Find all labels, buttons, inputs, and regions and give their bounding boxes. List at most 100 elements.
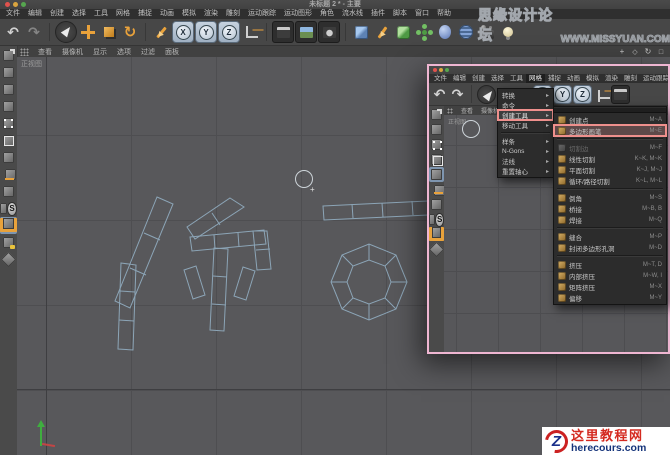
menu-row[interactable]: 平面切割 K~J, M~J ▸ [554, 164, 666, 175]
menu-row[interactable]: 法线 ▸ [498, 156, 553, 167]
menu-item[interactable]: 创建 [469, 74, 488, 83]
magnet-snap-icon[interactable] [0, 217, 17, 234]
menu-row[interactable]: 线性切割 K~K, M~K ▸ [554, 153, 666, 164]
menu-row[interactable]: 样条 ▸ [498, 136, 553, 147]
menu-row[interactable]: 缝合 M~P ▸ [554, 231, 666, 242]
lock-z-icon[interactable]: Z [573, 84, 592, 104]
menu-row[interactable]: 创建工具 ▸ [497, 109, 554, 121]
menu-item[interactable]: 创建 [46, 9, 68, 19]
lock-x-icon[interactable]: X [172, 21, 194, 43]
menu-item[interactable]: 文件 [431, 74, 450, 83]
menu-item[interactable]: 动画 [564, 74, 583, 83]
make-editable-icon[interactable] [429, 107, 444, 122]
make-editable-icon[interactable] [0, 47, 17, 64]
toggle-view-icon[interactable] [656, 47, 666, 56]
menu-item[interactable]: 窗口 [411, 9, 433, 19]
menu-item[interactable]: 模拟 [178, 9, 200, 19]
viewport-snap-icon[interactable] [0, 183, 17, 200]
minimize-window-icon[interactable] [439, 68, 443, 72]
render-settings-icon[interactable] [318, 21, 340, 43]
move-icon[interactable] [78, 22, 98, 42]
coordinate-system-icon[interactable] [593, 86, 610, 103]
polygons-mode-icon[interactable] [0, 149, 17, 166]
menu-item[interactable]: 捕捉 [134, 9, 156, 19]
subdivision-surface-icon[interactable] [393, 22, 413, 42]
menu-row[interactable]: 倒角 M~S ▸ [554, 192, 666, 203]
menu-item[interactable]: 选择 [68, 9, 90, 19]
menu-item[interactable]: 帮助 [433, 9, 455, 19]
menu-item[interactable]: 插件 [367, 9, 389, 19]
rotate-icon[interactable] [120, 22, 140, 42]
magnet-snap-icon[interactable] [429, 227, 444, 242]
quantize-grid-icon[interactable] [429, 242, 444, 257]
coordinate-system-icon[interactable] [241, 22, 261, 42]
menu-item[interactable]: 捕捉 [545, 74, 564, 83]
menu-row[interactable]: 循环/路径切割 K~L, M~L ▸ [554, 175, 666, 186]
render-picture-viewer-icon[interactable] [295, 21, 317, 43]
enable-axis-icon[interactable] [0, 166, 17, 183]
texture-mode-icon[interactable] [0, 81, 17, 98]
menu-item[interactable]: 工具 [507, 74, 526, 83]
live-selection-icon[interactable] [55, 21, 77, 43]
enable-axis-icon[interactable] [429, 182, 445, 197]
viewport-menu-item[interactable]: 面板 [160, 47, 184, 57]
undo-icon[interactable] [431, 86, 448, 103]
menu-item[interactable]: 网格 [526, 74, 545, 83]
zoom-view-icon[interactable] [630, 47, 640, 56]
viewport-snap-icon[interactable] [429, 197, 444, 212]
render-view-icon[interactable] [611, 84, 630, 104]
points-mode-icon[interactable] [429, 137, 444, 152]
menu-item[interactable]: 角色 [316, 9, 338, 19]
menu-item[interactable]: 脚本 [389, 9, 411, 19]
submenu-title-bar[interactable] [554, 108, 666, 113]
edges-mode-icon[interactable] [429, 152, 444, 167]
menu-row[interactable]: 焊接 M~Q ▸ [554, 214, 666, 225]
drag-handle-icon[interactable] [20, 47, 29, 56]
sphere-deformer-icon[interactable] [435, 22, 455, 42]
light-icon[interactable] [498, 22, 518, 42]
lock-y-icon[interactable]: Y [195, 21, 217, 43]
viewport-menu-item[interactable]: 选项 [112, 47, 136, 57]
texture-mode-icon[interactable] [429, 122, 444, 137]
primitive-cube-icon[interactable] [351, 22, 371, 42]
menu-item[interactable]: 渲染 [200, 9, 222, 19]
menu-item[interactable]: 流水线 [338, 9, 367, 19]
menu-row[interactable]: 命令 ▸ [498, 100, 553, 111]
model-mode-icon[interactable] [0, 64, 17, 81]
rotate-view-icon[interactable] [643, 47, 653, 56]
lock-y-icon[interactable]: Y [553, 84, 572, 104]
menu-item[interactable]: 动画 [156, 9, 178, 19]
menu-row[interactable]: 挤压 M~T, D ▸ [554, 259, 666, 270]
viewport-menu-item[interactable]: 摄像机 [57, 47, 88, 57]
menu-row[interactable]: 转换 ▸ [498, 90, 553, 101]
quantize-grid-icon[interactable] [0, 251, 17, 268]
sky-environment-icon[interactable] [456, 22, 476, 42]
snap-settings-icon[interactable]: S [429, 212, 444, 227]
menu-item[interactable]: 渲染 [602, 74, 621, 83]
render-view-icon[interactable] [272, 21, 294, 43]
polygons-mode-icon[interactable] [429, 167, 444, 182]
menu-item[interactable]: 雕刻 [222, 9, 244, 19]
camera-icon[interactable] [477, 22, 497, 42]
pen-spline-icon[interactable] [372, 22, 392, 42]
menu-row[interactable]: 偏移 M~Y ▸ [554, 292, 666, 303]
undo-icon[interactable] [3, 22, 23, 42]
array-generator-icon[interactable] [414, 22, 434, 42]
menu-row[interactable]: 创建点 M~A ▸ [554, 114, 666, 125]
recent-tool-polygon-pen-icon[interactable] [151, 22, 171, 42]
menu-row[interactable]: 内部挤压 M~W, I ▸ [554, 270, 666, 281]
menu-item[interactable]: 运动图形 [280, 9, 316, 19]
points-mode-icon[interactable] [0, 115, 17, 132]
menu-item[interactable]: 工具 [90, 9, 112, 19]
menu-row[interactable]: N-Gons ▸ [498, 146, 553, 156]
workplane-lock-icon[interactable] [0, 234, 17, 251]
menu-item[interactable]: 运动跟踪 [244, 9, 280, 19]
menu-row[interactable]: 重置轴心 ▸ [498, 166, 553, 177]
drag-handle-icon[interactable] [447, 107, 453, 114]
menu-row[interactable]: 多边形画笔 M~E ▸ [553, 124, 667, 137]
viewport-menu-item[interactable]: 查看 [33, 47, 57, 57]
scale-icon[interactable] [99, 22, 119, 42]
menu-item[interactable]: 模拟 [583, 74, 602, 83]
zoom-window-icon[interactable] [445, 68, 449, 72]
menu-row[interactable]: 矩阵挤压 M~X ▸ [554, 281, 666, 292]
